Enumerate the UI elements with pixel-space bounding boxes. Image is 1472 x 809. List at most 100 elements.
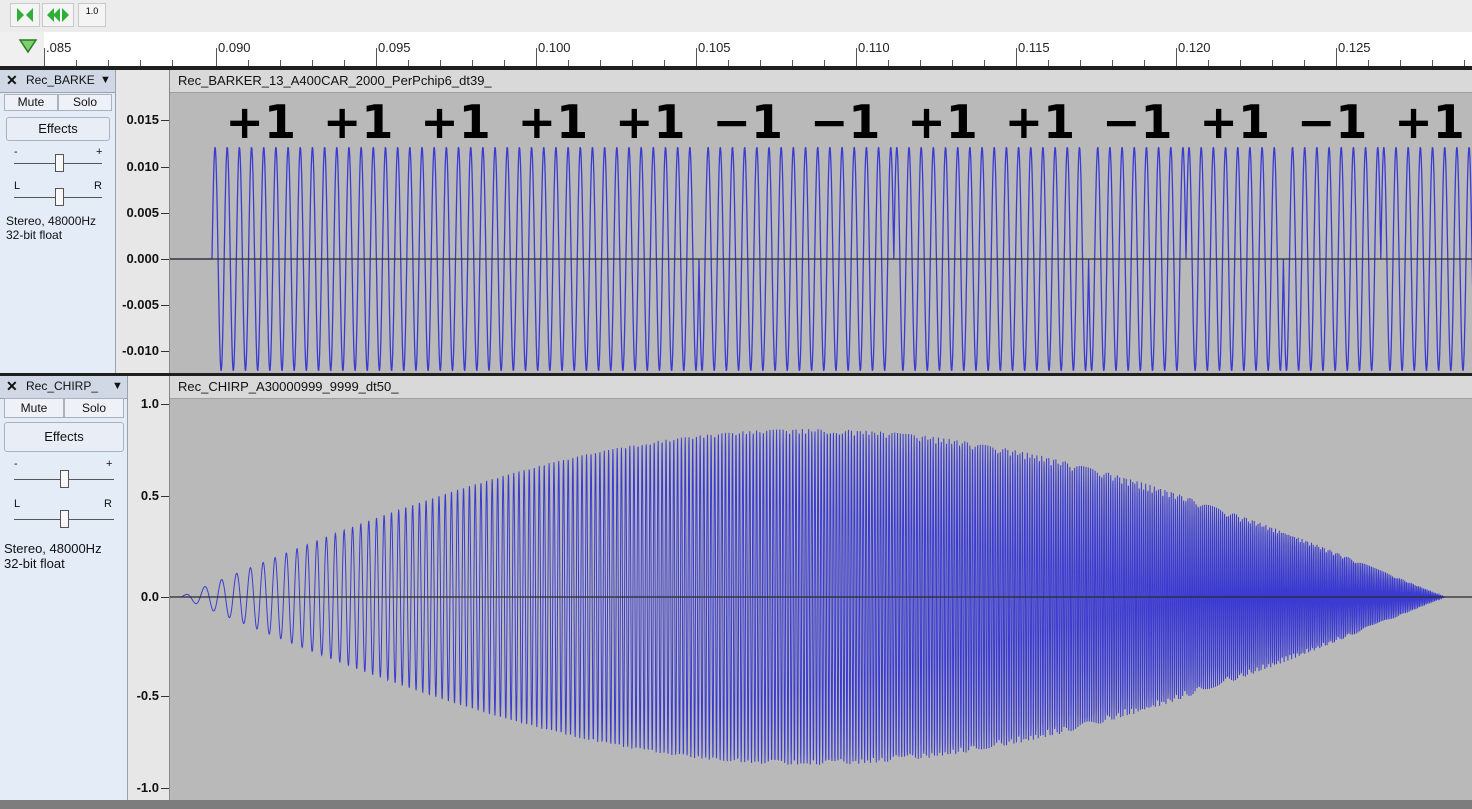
mute-button[interactable]: Mute bbox=[4, 94, 58, 111]
vruler-tick bbox=[161, 259, 169, 260]
waveform-chirp[interactable] bbox=[170, 399, 1472, 800]
chip-label: −1 bbox=[712, 95, 783, 149]
pan-right-label: R bbox=[94, 180, 102, 192]
chip-label: +1 bbox=[1199, 95, 1270, 149]
track-name-dropdown[interactable]: Rec_BARKE bbox=[26, 73, 96, 87]
gain-slider[interactable] bbox=[55, 154, 64, 172]
vruler-label: 0.015 bbox=[126, 112, 159, 127]
gain-slider[interactable] bbox=[60, 470, 69, 488]
chip-label: +1 bbox=[615, 95, 686, 149]
track-barker: ✕ Rec_BARKE ▼ Mute Solo Effects - + L R … bbox=[0, 70, 1472, 373]
ruler-major-tick bbox=[376, 48, 377, 66]
clip-title-bar[interactable]: Rec_BARKER_13_A400CAR_2000_PerPchip6_dt3… bbox=[170, 70, 1472, 93]
waveform-barker[interactable]: +1 +1 +1 +1 +1 −1 −1 +1 +1 −1 +1 −1 +1 bbox=[170, 93, 1472, 373]
track-header: ✕ Rec_CHIRP_ ▼ bbox=[0, 376, 127, 399]
clip-title: Rec_BARKER_13_A400CAR_2000_PerPchip6_dt3… bbox=[178, 73, 492, 88]
speed-badge: 1.0 bbox=[85, 6, 99, 16]
vertical-ruler[interactable]: 1.0 0.5 0.0 -0.5 -1.0 bbox=[128, 376, 170, 800]
pan-slider[interactable] bbox=[60, 510, 69, 528]
gain-plus-label: + bbox=[96, 146, 103, 158]
ruler-label: 0.115 bbox=[1018, 40, 1050, 55]
ruler-major-tick bbox=[216, 48, 217, 66]
vruler-label: -0.010 bbox=[122, 343, 159, 358]
chirp-waveform-svg bbox=[170, 429, 1472, 765]
close-track-icon[interactable]: ✕ bbox=[6, 378, 18, 395]
sample-format-text: 32-bit float bbox=[6, 228, 63, 242]
vruler-tick bbox=[161, 213, 169, 214]
ruler-major-tick bbox=[1336, 48, 1337, 66]
chip-label: +1 bbox=[322, 95, 394, 149]
pan-left-label: L bbox=[14, 498, 21, 510]
track-info: Stereo, 48000Hz 32-bit float bbox=[4, 541, 102, 571]
vruler-tick bbox=[161, 351, 169, 352]
track-control-panel: ✕ Rec_CHIRP_ ▼ Mute Solo Effects - + L R… bbox=[0, 376, 128, 800]
sample-format-text: 32-bit float bbox=[4, 556, 65, 571]
chip-label: +1 bbox=[1394, 95, 1465, 149]
track-info: Stereo, 48000Hz 32-bit float bbox=[6, 214, 96, 242]
vruler-label: -0.5 bbox=[136, 688, 159, 703]
vruler-label: 1.0 bbox=[140, 396, 159, 411]
pan-left-label: L bbox=[14, 180, 21, 192]
ruler-major-tick bbox=[856, 48, 857, 66]
vruler-label: 0.000 bbox=[126, 251, 159, 266]
vruler-tick bbox=[161, 167, 169, 168]
vruler-tick bbox=[161, 788, 169, 789]
vruler-label: 0.0 bbox=[140, 589, 159, 604]
clip-title-bar[interactable]: Rec_CHIRP_A30000999_9999_dt50_ bbox=[170, 376, 1472, 399]
ruler-major-tick bbox=[696, 48, 697, 66]
track-chirp: ✕ Rec_CHIRP_ ▼ Mute Solo Effects - + L R… bbox=[0, 376, 1472, 800]
ruler-major-tick bbox=[1016, 48, 1017, 66]
ruler-major-tick bbox=[44, 48, 45, 66]
ruler-label: 0.105 bbox=[698, 40, 731, 55]
effects-button[interactable]: Effects bbox=[4, 422, 124, 452]
ruler-label: 0.095 bbox=[378, 40, 411, 55]
vruler-label: 0.010 bbox=[126, 159, 159, 174]
bottom-scrollbar[interactable] bbox=[0, 800, 1472, 809]
vruler-label: 0.005 bbox=[126, 205, 159, 220]
track-header: ✕ Rec_BARKE ▼ bbox=[0, 70, 115, 93]
track-control-panel: ✕ Rec_BARKE ▼ Mute Solo Effects - + L R … bbox=[0, 70, 116, 373]
ruler-label: 0.100 bbox=[538, 40, 571, 55]
chevron-down-icon[interactable]: ▼ bbox=[112, 380, 123, 392]
sample-rate-text: Stereo, 48000Hz bbox=[6, 214, 97, 228]
chip-label: −1 bbox=[809, 95, 881, 149]
ruler-label: 0.125 bbox=[1338, 40, 1371, 55]
pan-right-label: R bbox=[104, 498, 112, 510]
timeline-ruler[interactable]: .085 0.090 0.095 0.100 0.105 0.110 0.115 0.120 0… bbox=[44, 32, 1472, 66]
ruler-label: 0.110 bbox=[858, 40, 890, 55]
skip-button[interactable] bbox=[42, 3, 74, 27]
effects-button[interactable]: Effects bbox=[6, 117, 110, 141]
play-button[interactable] bbox=[10, 3, 40, 27]
ruler-major-tick bbox=[1176, 48, 1177, 66]
solo-button[interactable]: Solo bbox=[58, 94, 112, 111]
chip-label: +1 bbox=[517, 95, 589, 149]
chevron-down-icon[interactable]: ▼ bbox=[100, 74, 111, 86]
vruler-tick bbox=[161, 496, 169, 497]
clip-title: Rec_CHIRP_A30000999_9999_dt50_ bbox=[178, 379, 399, 394]
pan-slider[interactable] bbox=[55, 188, 64, 206]
chip-label: +1 bbox=[907, 95, 978, 149]
vruler-tick bbox=[161, 404, 169, 405]
vruler-tick bbox=[161, 597, 169, 598]
playhead-marker-icon[interactable] bbox=[0, 32, 44, 66]
speed-button[interactable]: 1.0 bbox=[78, 3, 106, 27]
ruler-left-gutter bbox=[0, 32, 44, 66]
timeline-ruler-row: .085 0.090 0.095 0.100 0.105 0.110 0.115 0.120 0… bbox=[0, 32, 1472, 66]
transport-toolbar: 1.0 bbox=[0, 0, 1472, 33]
ruler-label: .085 bbox=[46, 40, 72, 55]
gain-plus-label: + bbox=[106, 458, 113, 470]
vruler-tick bbox=[161, 696, 169, 697]
chip-label: −1 bbox=[1102, 95, 1173, 149]
chip-label: +1 bbox=[1004, 95, 1076, 149]
solo-button[interactable]: Solo bbox=[64, 398, 124, 418]
chip-label: +1 bbox=[225, 95, 296, 149]
chip-label: −1 bbox=[1296, 95, 1368, 149]
play-icon bbox=[17, 8, 33, 22]
track-name-dropdown[interactable]: Rec_CHIRP_ bbox=[26, 379, 106, 393]
gain-minus-label: - bbox=[14, 458, 18, 470]
mute-button[interactable]: Mute bbox=[4, 398, 64, 418]
vruler-label: -1.0 bbox=[136, 780, 159, 795]
close-track-icon[interactable]: ✕ bbox=[6, 72, 18, 89]
vruler-tick bbox=[161, 120, 169, 121]
vertical-ruler[interactable]: 0.015 0.010 0.005 0.000 -0.005 -0.010 bbox=[116, 70, 170, 373]
